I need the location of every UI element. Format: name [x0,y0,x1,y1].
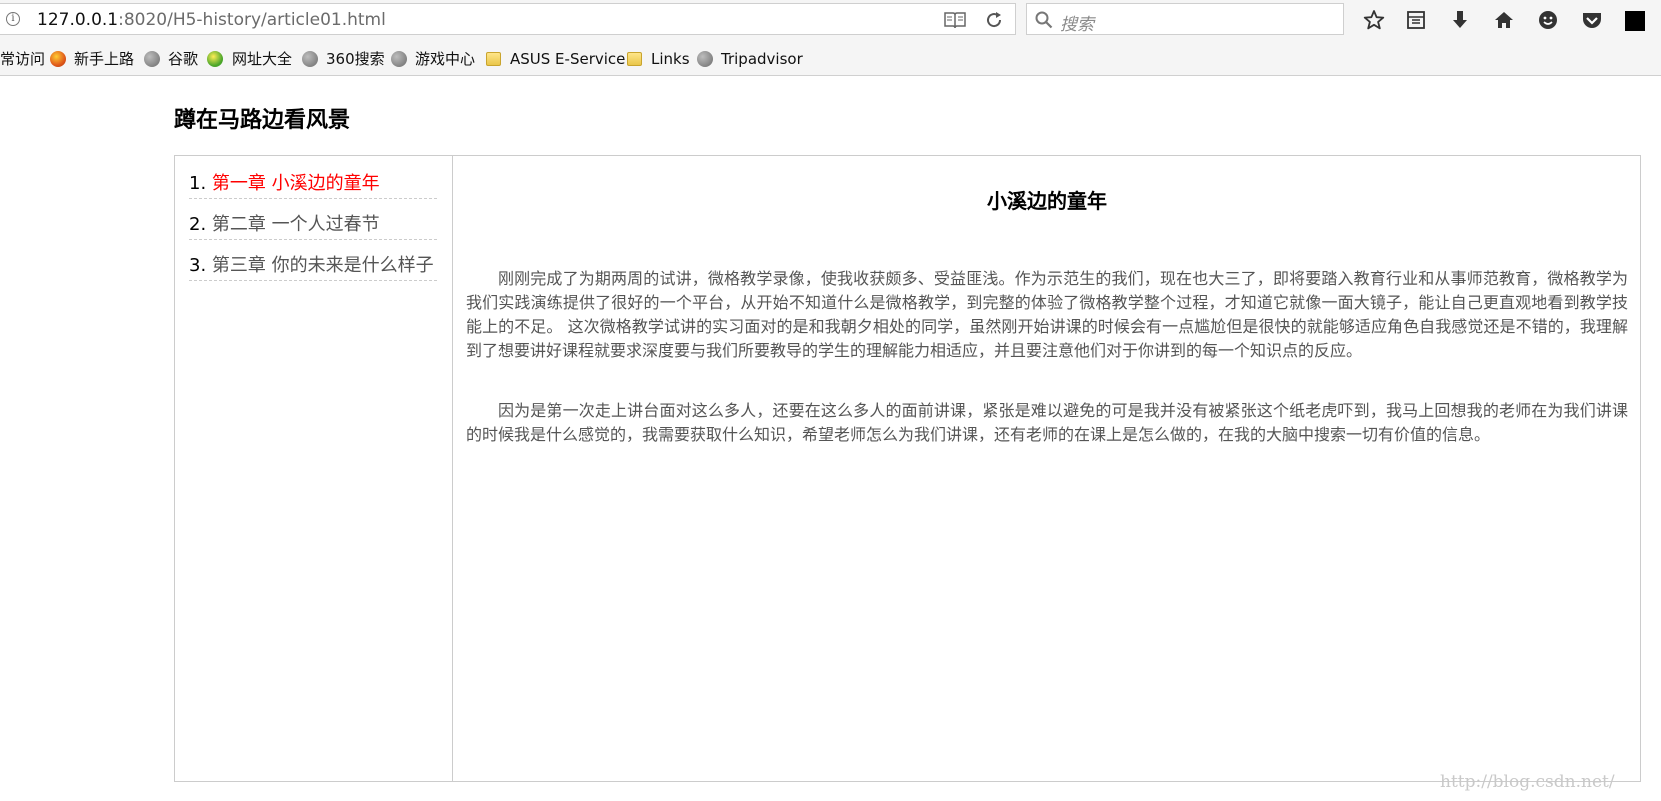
bookmark-item[interactable]: 网址大全 [232,49,292,69]
chat-emoji-icon[interactable] [1537,9,1559,31]
globe-icon [391,51,407,67]
home-icon[interactable] [1493,9,1515,31]
bookmark-item[interactable]: 360搜索 [326,49,385,69]
bookmark-star-icon[interactable] [1363,9,1385,31]
bookmark-item[interactable]: Tripadvisor [721,49,803,69]
folder-icon [627,52,642,66]
hao-icon [207,51,223,67]
globe-icon [144,51,160,67]
globe-icon [697,51,713,67]
chapter-link-3[interactable]: 第三章 你的未来是什么样子 [212,255,434,276]
search-icon [1035,11,1053,29]
site-info-icon[interactable]: i [6,12,20,26]
library-icon[interactable] [1405,9,1427,31]
chapter-number: 3. [189,255,207,276]
article-title: 小溪边的童年 [987,189,1107,213]
chapter-link-1[interactable]: 第一章 小溪边的童年 [212,173,380,194]
search-placeholder: 搜索 [1060,15,1094,35]
address-bar[interactable]: i 127.0.0.1:8020/H5-history/article01.ht… [0,3,1016,35]
chapter-number: 1. [189,173,207,194]
chapter-item-1: 1. 第一章 小溪边的童年 [189,169,437,199]
chapter-item-3: 3. 第三章 你的未来是什么样子 [189,251,437,281]
chapter-link-2[interactable]: 第二章 一个人过春节 [212,214,380,235]
article-paragraph: 刚刚完成了为期两周的试讲，微格教学录像，使我收获颇多、受益匪浅。作为示范生的我们… [466,269,1628,360]
article-paragraph: 因为是第一次走上讲台面对这么多人，还要在这么多人的面前讲课，紧张是难以避免的可是… [466,401,1628,444]
search-bar[interactable]: 搜索 [1026,3,1344,35]
article-content: 小溪边的童年 刚刚完成了为期两周的试讲，微格教学录像，使我收获颇多、受益匪浅。作… [454,156,1640,781]
pocket-icon[interactable] [1581,9,1603,31]
bookmark-item[interactable]: 谷歌 [168,49,198,69]
extension-black-square-icon[interactable] [1624,9,1646,31]
bookmark-item[interactable]: 游戏中心 [415,49,475,69]
bookmark-item[interactable]: 新手上路 [74,49,134,69]
folder-icon [486,52,501,66]
chapter-item-2: 2. 第二章 一个人过春节 [189,210,437,240]
globe-icon [302,51,318,67]
url-path: :8020/H5-history/article01.html [118,10,386,30]
url-host: 127.0.0.1 [37,10,119,30]
bookmark-item[interactable]: Links [651,49,690,69]
bookmark-item[interactable]: 常访问 [0,49,45,69]
reload-icon[interactable] [985,11,1003,29]
reader-view-icon[interactable] [944,11,966,29]
chapter-number: 2. [189,214,207,235]
site-title: 蹲在马路边看风景 [174,108,351,133]
bookmark-item[interactable]: ASUS E-Service [510,49,625,69]
chapter-sidebar: 1. 第一章 小溪边的童年 2. 第二章 一个人过春节 3. 第三章 你的未来是… [175,156,453,781]
url-text[interactable]: 127.0.0.1:8020/H5-history/article01.html [37,10,386,30]
firefox-icon [50,51,66,67]
page-container: 1. 第一章 小溪边的童年 2. 第二章 一个人过春节 3. 第三章 你的未来是… [174,155,1641,782]
browser-toolbar: i 127.0.0.1:8020/H5-history/article01.ht… [0,0,1661,40]
download-icon[interactable] [1449,9,1471,31]
watermark: http://blog.csdn.net/ [1440,772,1615,792]
bookmarks-bar: 常访问 新手上路 谷歌 网址大全 360搜索 游戏中心 ASUS E-Servi… [0,40,1661,76]
